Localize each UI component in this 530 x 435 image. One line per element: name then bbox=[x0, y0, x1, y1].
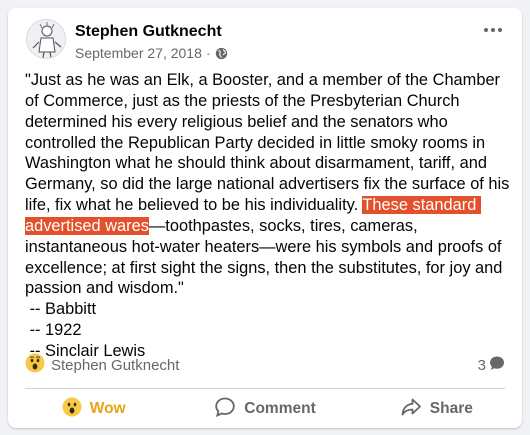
more-options-button[interactable] bbox=[484, 28, 502, 32]
divider bbox=[25, 388, 505, 389]
dot-icon bbox=[491, 28, 495, 32]
post-meta: September 27, 2018 · bbox=[75, 45, 228, 61]
comment-bubble-icon bbox=[489, 355, 505, 375]
comment-label: Comment bbox=[244, 400, 316, 417]
comment-count-value: 3 bbox=[477, 356, 486, 374]
comment-button[interactable]: Comment bbox=[179, 392, 350, 426]
action-bar: Wow Comment Share bbox=[8, 392, 522, 426]
wow-reaction-icon bbox=[25, 353, 45, 378]
share-label: Share bbox=[429, 400, 473, 417]
reactor-name[interactable]: Stephen Gutknecht bbox=[51, 357, 179, 374]
post-card: Stephen Gutknecht September 27, 2018 · "… bbox=[8, 8, 522, 428]
post-author[interactable]: Stephen Gutknecht bbox=[75, 23, 222, 41]
dot-icon bbox=[498, 28, 502, 32]
post-date[interactable]: September 27, 2018 bbox=[75, 45, 202, 61]
avatar[interactable] bbox=[26, 19, 66, 59]
reactions-summary[interactable]: Stephen Gutknecht bbox=[25, 353, 179, 378]
wow-button[interactable]: Wow bbox=[8, 392, 179, 426]
comment-count[interactable]: 3 bbox=[478, 355, 505, 375]
share-icon bbox=[400, 396, 422, 423]
wow-label: Wow bbox=[89, 400, 126, 417]
post-text-after: —toothpastes, socks, tires, cameras, ins… bbox=[25, 216, 503, 360]
wow-icon bbox=[62, 397, 82, 422]
meta-separator: · bbox=[205, 45, 211, 61]
post-text-before: "Just as he was an Elk, a Booster, and a… bbox=[25, 71, 514, 215]
public-globe-icon bbox=[215, 47, 228, 60]
comment-icon bbox=[214, 396, 236, 423]
dot-icon bbox=[484, 28, 488, 32]
share-button[interactable]: Share bbox=[351, 392, 522, 426]
post-text: "Just as he was an Elk, a Booster, and a… bbox=[25, 70, 511, 362]
